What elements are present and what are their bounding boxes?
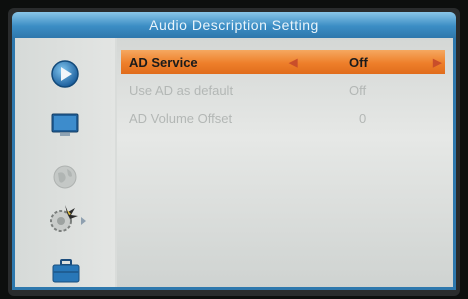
setting-row-ad-volume-offset[interactable]: AD Volume Offset 0 [121,106,445,130]
left-arrow-icon[interactable]: ◀ [289,56,297,69]
setting-label: AD Volume Offset [129,110,233,126]
setting-value: Off [349,54,368,70]
play-icon[interactable] [49,58,81,95]
gear-icon[interactable] [45,202,89,241]
title-bar: Audio Description Setting [12,12,456,38]
setting-label: AD Service [129,54,198,70]
tv-icon[interactable] [51,112,79,143]
setting-row-ad-service[interactable]: AD Service ◀ Off ▶ [121,50,445,74]
briefcase-icon[interactable] [51,258,81,289]
right-arrow-icon[interactable]: ▶ [433,56,441,69]
setting-label: Use AD as default [129,82,234,98]
globe-icon[interactable] [52,164,78,195]
menu-panel: AD Service ◀ Off ▶ Use AD as default Off… [12,38,456,290]
settings-list: AD Service ◀ Off ▶ Use AD as default Off… [117,38,453,287]
setting-value: Off [349,82,367,98]
page-title: Audio Description Setting [149,17,319,33]
sidebar [15,38,115,287]
setting-row-use-ad-default[interactable]: Use AD as default Off [121,78,445,102]
setting-value: 0 [359,110,367,126]
